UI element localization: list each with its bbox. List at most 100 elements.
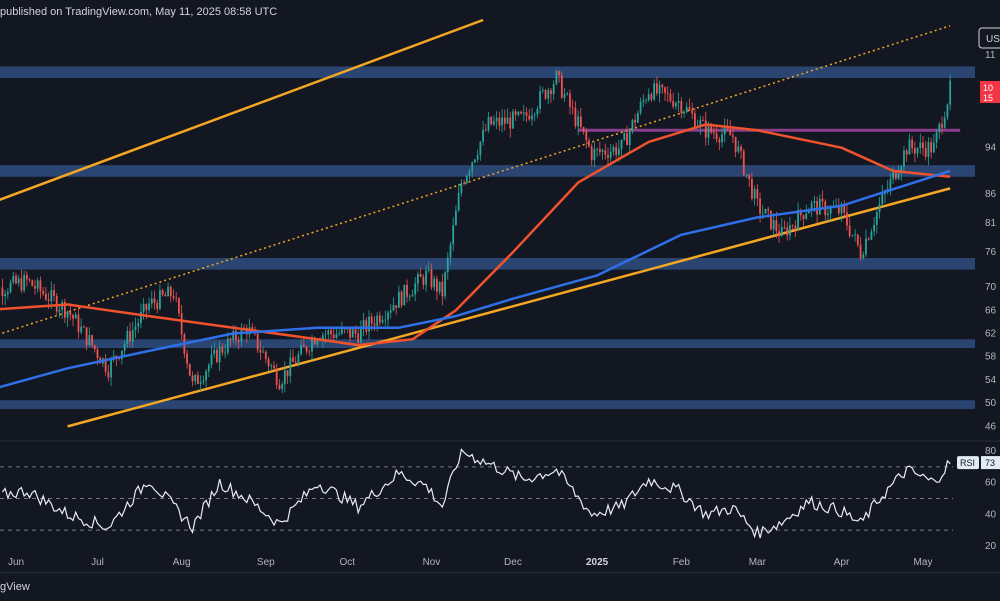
candle [34, 279, 36, 295]
candle-body [381, 320, 384, 323]
candle [916, 147, 919, 158]
candle [778, 223, 780, 243]
candle [645, 98, 647, 104]
candle [669, 88, 672, 103]
candle [865, 229, 867, 258]
candle-body [140, 311, 142, 324]
currency-badge-label: US [986, 34, 1000, 45]
candle-body [392, 305, 395, 311]
candle [870, 228, 873, 241]
candle [283, 361, 286, 393]
candle-body [175, 297, 178, 299]
candle [821, 190, 824, 209]
price-tick-label: 81 [985, 218, 997, 229]
candle-body [273, 365, 275, 369]
candle-body [471, 162, 474, 172]
candle [164, 291, 167, 297]
candle-body [463, 183, 465, 184]
candle [805, 204, 808, 221]
candle-body [91, 335, 93, 346]
candle-body [541, 90, 544, 91]
candle-body [148, 303, 150, 310]
candle-body [302, 345, 305, 347]
candle-body [669, 93, 672, 101]
candle [702, 116, 704, 121]
candle-body [677, 101, 680, 104]
candle-body [44, 293, 47, 300]
candle [406, 279, 408, 303]
candle-body [207, 364, 210, 372]
candle-body [908, 139, 911, 155]
candle-body [672, 100, 675, 107]
candle [571, 99, 574, 115]
candle [520, 110, 522, 115]
candle [408, 294, 411, 302]
candle-body [232, 330, 235, 341]
candle-body [702, 120, 704, 121]
candle-body [12, 275, 15, 283]
candle-body [150, 298, 153, 304]
candle-body [544, 90, 547, 99]
candle-body [172, 296, 175, 298]
rsi-indicator-label: RSI [960, 458, 975, 468]
candle [517, 110, 520, 117]
candle-body [615, 147, 618, 155]
candle [674, 101, 677, 110]
rsi-line [1, 448, 951, 539]
candle-body [620, 139, 623, 149]
candle-body [653, 83, 656, 100]
candle-body [156, 302, 159, 309]
countdown-label: 15 [983, 93, 993, 103]
candle [207, 362, 210, 378]
candle-body [324, 334, 327, 336]
candle-body [805, 213, 808, 219]
candle-body [408, 296, 411, 298]
price-chart[interactable]: 11 94 86 81 76 70 66 62 58 54 50 46 US 1015 80 60 40 20 RS… [0, 0, 1000, 600]
candle-body [131, 330, 134, 342]
candle [693, 107, 696, 129]
candle-body [949, 80, 952, 105]
candle [509, 111, 512, 138]
candle [620, 139, 623, 157]
candle-body [794, 225, 797, 230]
candle [281, 381, 284, 394]
candle-body [370, 316, 373, 324]
candle-body [349, 328, 351, 338]
candle [859, 236, 862, 261]
candle-body [889, 178, 892, 189]
candle [802, 214, 805, 227]
candle [791, 224, 794, 230]
candle [751, 172, 753, 201]
candle [588, 137, 590, 148]
candle [579, 107, 582, 129]
candle-body [498, 117, 501, 126]
candle-body [579, 116, 582, 128]
candle-body [9, 282, 12, 293]
candle-body [753, 189, 756, 199]
time-tick-label: Jun [8, 557, 24, 568]
candle [88, 327, 91, 347]
candle-body [503, 117, 506, 124]
candle [501, 109, 503, 133]
candle [626, 125, 628, 146]
candle [387, 310, 389, 329]
candle-body [330, 330, 332, 335]
candle-body [305, 346, 308, 352]
candle [919, 133, 922, 154]
candle-body [267, 358, 270, 367]
candle [175, 292, 178, 303]
candle [77, 307, 80, 339]
candle [770, 210, 772, 231]
candle-body [547, 90, 550, 99]
candle [528, 109, 531, 121]
rsi-tick-label: 80 [985, 446, 997, 457]
candle [615, 142, 618, 159]
candle-body [221, 346, 224, 353]
channel-line-0 [0, 18, 484, 201]
candle-body [395, 305, 398, 308]
candle-body [278, 384, 281, 390]
candle-body [354, 329, 357, 334]
candle-body [913, 148, 916, 154]
candle-body [58, 309, 61, 312]
candle-body [905, 150, 908, 155]
